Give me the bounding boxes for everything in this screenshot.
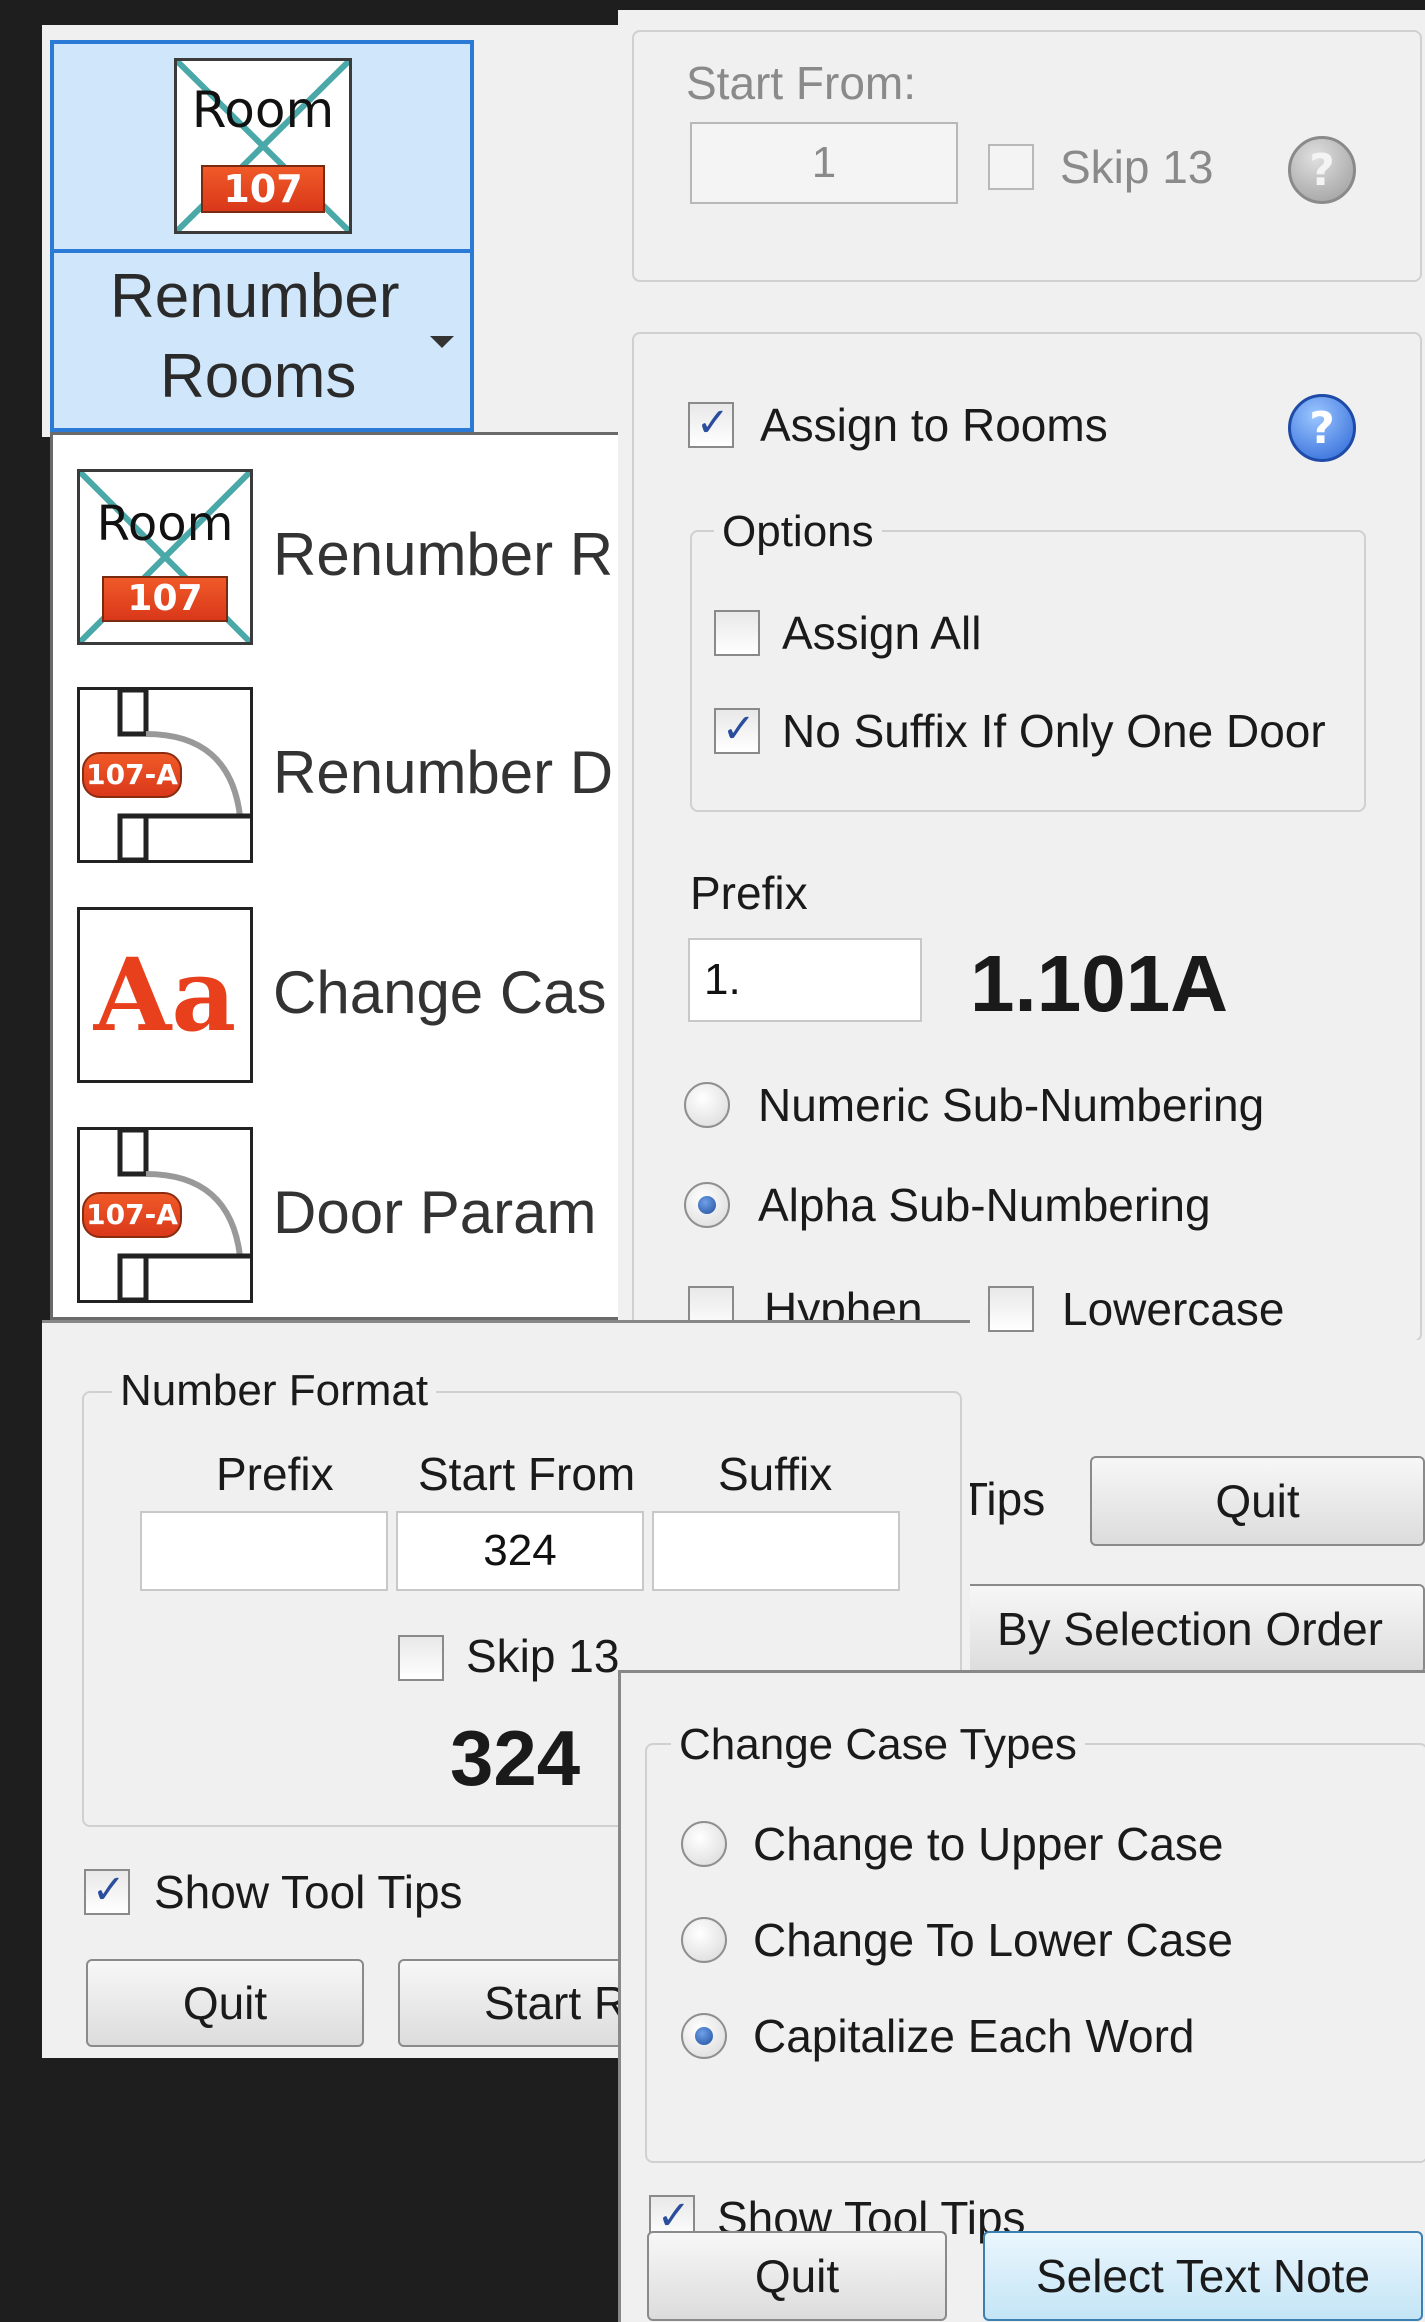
prefix-label: Prefix <box>690 867 808 919</box>
menu-item-renumber-rooms[interactable]: Room 107 Renumber R <box>53 435 621 657</box>
select-text-note-button[interactable]: Select Text Note <box>983 2231 1423 2321</box>
chevron-down-icon[interactable] <box>430 336 454 348</box>
assign-all-label: Assign All <box>782 607 982 659</box>
no-suffix-label: No Suffix If Only One Door <box>782 705 1326 757</box>
number-preview: 324 <box>450 1714 581 1802</box>
assign-rooms-label: Assign to Rooms <box>760 399 1108 451</box>
menu-item-renumber-doors[interactable]: 107-A Renumber D <box>53 657 621 877</box>
skip13-checkbox[interactable] <box>988 144 1034 190</box>
menu-item-label: Change Cas <box>273 959 607 1026</box>
start-from-input[interactable]: 324 <box>396 1511 644 1591</box>
help-icon[interactable]: ? <box>1288 394 1356 462</box>
upper-case-radio[interactable] <box>681 1821 727 1867</box>
skip13-label: Skip 13 <box>466 1630 620 1682</box>
lowercase-checkbox[interactable] <box>988 1286 1034 1332</box>
alpha-subnumbering-label: Alpha Sub-Numbering <box>758 1179 1211 1231</box>
show-tips-partial-label: Tips <box>960 1473 1046 1525</box>
menu-item-door-parameters[interactable]: 107-A Door Param <box>53 1097 621 1319</box>
lower-case-label: Change To Lower Case <box>753 1914 1233 1966</box>
numeric-subnumbering-radio[interactable] <box>684 1082 730 1128</box>
ribbon-button-label-2: Rooms <box>160 342 357 411</box>
capitalize-each-word-radio[interactable] <box>681 2013 727 2059</box>
prefix-input[interactable]: 1. <box>688 938 922 1022</box>
suffix-input[interactable] <box>652 1511 900 1591</box>
menu-item-label: Renumber D <box>273 739 614 806</box>
capitalize-each-word-label: Capitalize Each Word <box>753 2010 1195 2062</box>
renumber-doors-panel: Start From: 1 Skip 13 ? Assign to Rooms … <box>618 10 1425 1342</box>
options-group <box>690 530 1366 812</box>
show-tool-tips-checkbox[interactable] <box>84 1867 130 1915</box>
menu-item-label: Door Param <box>273 1179 597 1246</box>
room-tag-icon: Room 107 <box>77 469 253 645</box>
number-preview: 1.101A <box>970 939 1228 1028</box>
no-suffix-checkbox[interactable] <box>714 706 760 754</box>
change-case-types-title: Change Case Types <box>671 1723 1085 1767</box>
lowercase-label: Lowercase <box>1062 1283 1285 1335</box>
room-tag-icon: Room 107 <box>174 58 352 234</box>
renumber-dropdown-menu: Room 107 Renumber R 107-A Renumber D Aa … <box>50 432 618 1320</box>
change-case-panel: Change Case Types Change to Upper Case C… <box>618 1670 1425 2322</box>
menu-item-label: Renumber R <box>273 521 614 588</box>
skip13-checkbox[interactable] <box>398 1635 444 1681</box>
door-tag-icon: 107-A <box>77 1127 253 1303</box>
prefix-header: Prefix <box>216 1448 334 1500</box>
ribbon-button-label-1: Renumber <box>110 262 400 331</box>
assign-rooms-checkbox[interactable] <box>688 400 734 448</box>
quit-button[interactable]: Quit <box>86 1959 364 2047</box>
show-tool-tips-label: Show Tool Tips <box>154 1866 463 1918</box>
lower-case-radio[interactable] <box>681 1917 727 1963</box>
assign-all-checkbox[interactable] <box>714 610 760 656</box>
upper-case-label: Change to Upper Case <box>753 1818 1224 1870</box>
change-case-icon: Aa <box>77 907 253 1083</box>
options-title: Options <box>714 510 882 554</box>
suffix-header: Suffix <box>718 1448 833 1500</box>
prefix-input[interactable] <box>140 1511 388 1591</box>
quit-button[interactable]: Quit <box>1090 1456 1425 1546</box>
skip13-label: Skip 13 <box>1060 141 1214 193</box>
start-from-label: Start From: <box>686 57 917 109</box>
help-icon[interactable]: ? <box>1288 136 1356 204</box>
numeric-subnumbering-label: Numeric Sub-Numbering <box>758 1079 1265 1131</box>
start-from-input[interactable]: 1 <box>690 122 958 204</box>
alpha-subnumbering-radio[interactable] <box>684 1182 730 1228</box>
number-format-title: Number Format <box>112 1369 437 1413</box>
door-tag-icon: 107-A <box>77 687 253 863</box>
renumber-rooms-ribbon-button[interactable]: Room 107 Renumber Rooms <box>50 40 474 432</box>
start-from-header: Start From <box>418 1448 636 1500</box>
quit-button[interactable]: Quit <box>647 2231 947 2321</box>
menu-item-change-case[interactable]: Aa Change Cas <box>53 877 621 1097</box>
